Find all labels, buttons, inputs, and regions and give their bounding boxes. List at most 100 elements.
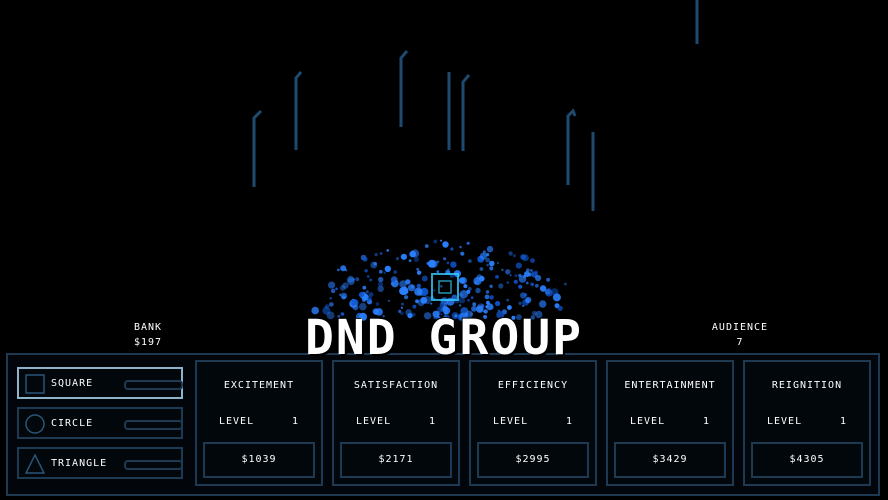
- particle: [467, 298, 470, 302]
- particle: [475, 287, 481, 294]
- particle: [412, 304, 417, 309]
- particle: [409, 250, 417, 258]
- particle: [450, 261, 457, 268]
- particle: [362, 285, 367, 290]
- particle: [416, 267, 420, 271]
- particle: [506, 298, 510, 302]
- particle: [378, 276, 384, 283]
- particle: [501, 268, 504, 271]
- particle: [443, 257, 447, 261]
- particle: [459, 245, 462, 249]
- particle: [485, 290, 490, 294]
- circle-icon: [25, 414, 45, 434]
- particle: [416, 270, 422, 275]
- upgrade-level-label: LEVEL: [493, 416, 529, 427]
- upgrade-name: SATISFACTION: [353, 380, 439, 391]
- particle: [335, 287, 338, 291]
- particle: [479, 267, 484, 271]
- upgrade-buy-button[interactable]: $2171: [340, 442, 452, 478]
- particle: [564, 282, 567, 286]
- particle: [379, 269, 383, 274]
- upgrade-buy-button[interactable]: $1039: [203, 442, 315, 478]
- upgrade-buy-button[interactable]: $3429: [614, 442, 726, 478]
- shape-label: CIRCLE: [51, 418, 94, 429]
- upgrade-card-excitement[interactable]: EXCITEMENT LEVEL 1 $1039: [195, 360, 323, 486]
- particle: [450, 247, 454, 251]
- particle: [400, 286, 409, 295]
- shape-button-circle[interactable]: CIRCLE: [17, 407, 183, 439]
- shape-progress-bar: [124, 420, 183, 430]
- upgrade-card-entertainment[interactable]: ENTERTAINMENT LEVEL 1 $3429: [606, 360, 734, 486]
- upgrade-card-satisfaction[interactable]: SATISFACTION LEVEL 1 $2171: [332, 360, 460, 486]
- upgrade-level-value: 1: [839, 416, 847, 427]
- particle: [495, 275, 499, 279]
- upgrade-level-label: LEVEL: [356, 416, 392, 427]
- particle: [489, 266, 494, 271]
- upgrade-card-efficiency[interactable]: EFFICIENCY LEVEL 1 $2995: [469, 360, 597, 486]
- particle: [367, 296, 372, 301]
- particle: [387, 299, 391, 302]
- particle: [485, 305, 489, 309]
- particle: [515, 262, 522, 269]
- particle: [458, 304, 462, 307]
- particle: [489, 284, 493, 288]
- upgrade-buy-button[interactable]: $2995: [477, 442, 589, 478]
- particle: [460, 251, 465, 256]
- particle: [404, 295, 409, 300]
- upgrade-level-value: 1: [428, 416, 436, 427]
- particle: [484, 294, 490, 300]
- shape-label: SQUARE: [51, 378, 94, 389]
- particle: [374, 253, 378, 257]
- particle: [458, 277, 466, 284]
- particle: [395, 257, 399, 261]
- shape-button-square[interactable]: SQUARE: [17, 367, 183, 399]
- particle: [433, 239, 438, 244]
- particle: [496, 261, 499, 265]
- particle: [522, 254, 529, 262]
- particle: [486, 245, 494, 253]
- particle: [523, 293, 527, 297]
- particle: [518, 301, 522, 305]
- upgrade-card-reignition[interactable]: REIGNITION LEVEL 1 $4305: [743, 360, 871, 486]
- particle: [352, 278, 356, 281]
- particle: [546, 277, 550, 282]
- particle: [390, 281, 395, 286]
- particle: [423, 296, 432, 305]
- particle: [364, 269, 368, 273]
- particle: [468, 259, 472, 263]
- particle: [513, 279, 518, 284]
- particle: [512, 254, 517, 258]
- upgrade-name: EFFICIENCY: [497, 380, 569, 391]
- particle: [472, 302, 477, 307]
- group-title: DND GROUP: [304, 310, 584, 366]
- particle: [552, 293, 561, 302]
- particle: [518, 284, 523, 289]
- upgrade-buy-button[interactable]: $4305: [751, 442, 863, 478]
- particle: [463, 284, 468, 289]
- particle: [375, 302, 380, 306]
- particle: [442, 241, 449, 248]
- upgrade-level-value: 1: [565, 416, 573, 427]
- particle: [498, 283, 504, 289]
- particle: [373, 262, 377, 266]
- particle: [489, 295, 494, 300]
- particle: [523, 271, 530, 278]
- square-icon: [25, 374, 45, 394]
- particle: [344, 268, 348, 272]
- particle: [358, 292, 364, 298]
- particle: [530, 282, 534, 287]
- particle: [535, 274, 542, 282]
- particle: [440, 285, 443, 288]
- particle: [433, 289, 436, 292]
- particle: [421, 275, 428, 282]
- particle: [525, 296, 532, 304]
- particle: [485, 252, 490, 257]
- particle: [366, 290, 369, 294]
- particle: [436, 260, 440, 264]
- streak: [566, 108, 577, 185]
- shape-progress-bar: [124, 460, 183, 470]
- particle: [355, 277, 360, 282]
- shape-button-triangle[interactable]: TRIANGLE: [17, 447, 183, 479]
- particle: [377, 281, 384, 287]
- particle: [400, 253, 407, 260]
